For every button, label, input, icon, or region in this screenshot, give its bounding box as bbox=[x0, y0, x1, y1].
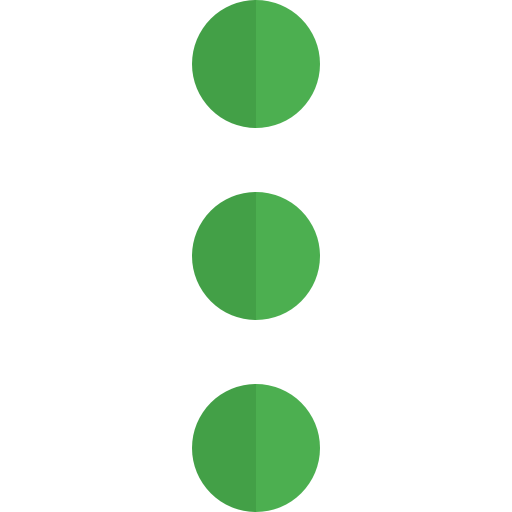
dot-shape bbox=[192, 0, 320, 128]
bottom-dot bbox=[192, 384, 320, 512]
vertical-ellipsis-icon bbox=[0, 0, 512, 512]
dot-shape bbox=[192, 384, 320, 512]
dot-shape bbox=[192, 192, 320, 320]
middle-dot bbox=[192, 192, 320, 320]
top-dot bbox=[192, 0, 320, 128]
